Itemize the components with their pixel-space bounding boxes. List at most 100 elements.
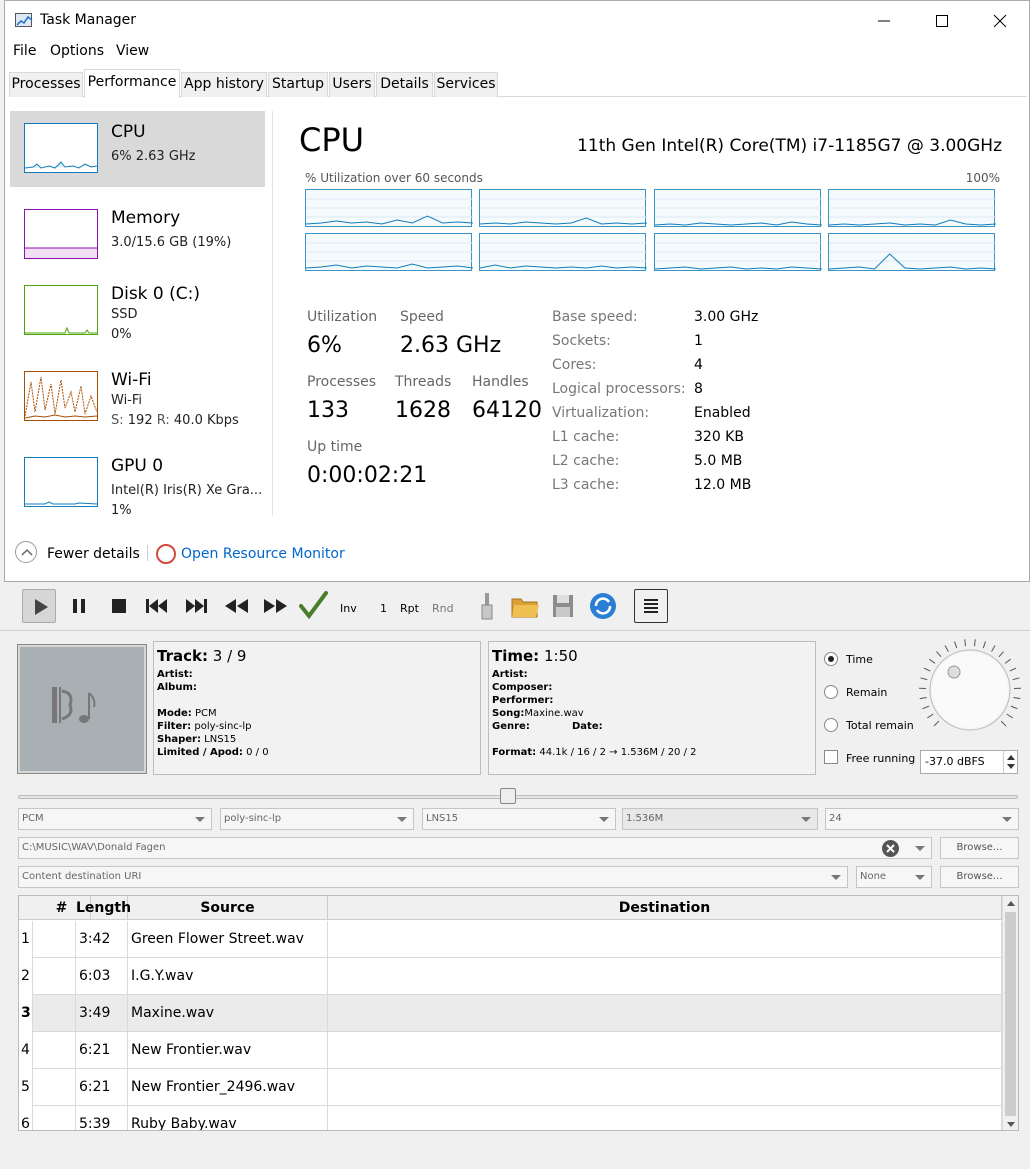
row-destination bbox=[328, 921, 1002, 958]
volume-knob[interactable] bbox=[918, 638, 1022, 742]
menu-file[interactable]: File bbox=[13, 43, 36, 59]
sidebar-item-cpu[interactable]: CPU 6% 2.63 GHz bbox=[10, 111, 265, 187]
seek-handle[interactable] bbox=[500, 788, 517, 804]
playlist-table: # Length Source Destination 1 3:42 Green F… bbox=[18, 895, 1019, 1131]
remain-radio[interactable] bbox=[824, 685, 838, 699]
stop-icon bbox=[112, 599, 126, 613]
table-row[interactable]: 6 5:39 Ruby Baby.wav bbox=[19, 1106, 1004, 1130]
handles-label: Handles bbox=[472, 374, 529, 390]
verify-button[interactable] bbox=[296, 589, 330, 623]
minimize-button[interactable] bbox=[855, 1, 913, 39]
music-note-icon bbox=[52, 687, 96, 723]
sidebar-item-gpu[interactable]: GPU 0 Intel(R) Iris(R) Xe Gra... 1% bbox=[10, 445, 265, 521]
rewind-icon bbox=[225, 599, 248, 613]
table-row[interactable]: 5 6:21 New Frontier_2496.wav bbox=[19, 1069, 1004, 1106]
tab-services[interactable]: Services bbox=[434, 72, 498, 97]
menu-options[interactable]: Options bbox=[50, 43, 104, 59]
source-browse-button[interactable]: Browse... bbox=[940, 837, 1019, 859]
fewer-details-link[interactable]: Fewer details bbox=[47, 546, 140, 562]
brush-icon bbox=[481, 593, 493, 620]
spin-arrows-icon[interactable] bbox=[1003, 751, 1017, 773]
column-source[interactable]: Source bbox=[128, 896, 328, 920]
volume-spinbox[interactable]: -37.0 dBFS bbox=[920, 750, 1018, 774]
destination-placeholder: Content destination URI bbox=[22, 871, 142, 882]
open-folder-button[interactable] bbox=[508, 589, 542, 623]
song-value: Maxine.wav bbox=[524, 708, 584, 719]
clear-button[interactable] bbox=[470, 589, 504, 623]
column-length[interactable]: Length bbox=[76, 896, 131, 920]
chevron-down-icon bbox=[195, 817, 205, 822]
seek-slider[interactable] bbox=[18, 788, 1018, 804]
processes-label: Processes bbox=[307, 374, 377, 390]
invert-toggle[interactable]: Inv bbox=[340, 602, 357, 615]
cpu-title: CPU bbox=[299, 121, 365, 159]
destination-uri-combo[interactable]: Content destination URI bbox=[18, 866, 848, 888]
maximize-button[interactable] bbox=[913, 1, 971, 39]
play-button[interactable] bbox=[22, 589, 56, 623]
tab-app-history[interactable]: App history bbox=[181, 72, 267, 97]
playlist-scrollbar[interactable] bbox=[1002, 896, 1018, 1130]
scroll-thumb[interactable] bbox=[1005, 912, 1016, 1116]
random-toggle[interactable]: Rnd bbox=[432, 602, 454, 615]
source-path-combo[interactable]: C:\MUSIC\WAV\Donald Fagen bbox=[18, 837, 932, 859]
folder-icon bbox=[511, 598, 539, 618]
menu-view[interactable]: View bbox=[116, 43, 149, 59]
table-row[interactable]: 2 6:03 I.G.Y.wav bbox=[19, 958, 1004, 995]
mode-combo[interactable]: PCM bbox=[18, 808, 212, 830]
rate-combo[interactable]: 1.536M bbox=[622, 808, 818, 830]
bits-combo[interactable]: 24 bbox=[825, 808, 1019, 830]
sidebar-item-memory[interactable]: Memory 3.0/15.6 GB (19%) bbox=[10, 197, 265, 273]
tab-performance[interactable]: Performance bbox=[84, 69, 180, 98]
table-row[interactable]: 3 3:49 Maxine.wav bbox=[19, 995, 1004, 1032]
row-number-cell bbox=[33, 958, 76, 995]
pause-button[interactable] bbox=[62, 589, 96, 623]
play-icon bbox=[35, 599, 48, 615]
refresh-icon bbox=[590, 593, 616, 619]
chevron-down-icon bbox=[397, 817, 407, 822]
destination-browse-button[interactable]: Browse... bbox=[940, 866, 1019, 888]
sidebar-item-disk[interactable]: Disk 0 (C:) SSD 0% bbox=[10, 273, 265, 349]
fewer-details-icon[interactable] bbox=[15, 541, 37, 563]
table-row[interactable]: 1 3:42 Green Flower Street.wav bbox=[19, 921, 1004, 958]
tab-details[interactable]: Details bbox=[376, 72, 433, 97]
shaper-combo[interactable]: LNS15 bbox=[422, 808, 616, 830]
mode-value: PCM bbox=[194, 708, 217, 719]
resource-monitor-icon[interactable] bbox=[156, 544, 176, 564]
audio-player-window: Inv 1 Rpt Rnd Track: 3 / 9 Artist: Album… bbox=[0, 583, 1030, 1169]
repeat-toggle[interactable]: Rpt bbox=[400, 602, 419, 615]
tab-startup[interactable]: Startup bbox=[268, 72, 328, 97]
refresh-button[interactable] bbox=[586, 589, 620, 623]
column-destination[interactable]: Destination bbox=[328, 896, 1002, 920]
spec-value: 320 KB bbox=[694, 429, 744, 445]
next-track-button[interactable] bbox=[180, 589, 214, 623]
row-destination bbox=[328, 958, 1002, 995]
table-row[interactable]: 4 6:21 New Frontier.wav bbox=[19, 1032, 1004, 1069]
free-running-checkbox[interactable] bbox=[824, 750, 838, 764]
chevron-down-icon bbox=[831, 875, 841, 880]
remain-radio-label: Remain bbox=[846, 686, 888, 699]
time-radio[interactable] bbox=[824, 652, 838, 666]
processes-value: 133 bbox=[307, 398, 349, 423]
sidebar-memory-value: 3.0/15.6 GB (19%) bbox=[111, 235, 232, 250]
row-length: 6:21 bbox=[76, 1069, 128, 1106]
fast-forward-button[interactable] bbox=[258, 589, 292, 623]
previous-track-button[interactable] bbox=[140, 589, 174, 623]
utilization-graph-label: % Utilization over 60 seconds bbox=[305, 171, 483, 185]
stop-button[interactable] bbox=[102, 589, 136, 623]
sidebar-item-wifi[interactable]: Wi-Fi Wi-Fi S: 192 R: 40.0 Kbps bbox=[10, 359, 265, 435]
open-resource-monitor-link[interactable]: Open Resource Monitor bbox=[181, 546, 345, 562]
filter-combo[interactable]: poly-sinc-lp bbox=[220, 808, 414, 830]
playlist-menu-button[interactable] bbox=[634, 589, 668, 623]
tab-users[interactable]: Users bbox=[329, 72, 375, 97]
close-button[interactable] bbox=[971, 1, 1029, 39]
row-number-cell bbox=[33, 921, 76, 958]
rewind-button[interactable] bbox=[220, 589, 254, 623]
repeat-one-toggle[interactable]: 1 bbox=[380, 602, 387, 615]
destination-format-combo[interactable]: None bbox=[856, 866, 932, 888]
utilization-label: Utilization bbox=[307, 309, 378, 325]
total-remain-radio[interactable] bbox=[824, 718, 838, 732]
save-button[interactable] bbox=[546, 589, 580, 623]
tab-processes[interactable]: Processes bbox=[9, 72, 83, 97]
clear-icon[interactable] bbox=[882, 840, 899, 857]
row-source: I.G.Y.wav bbox=[128, 958, 328, 995]
